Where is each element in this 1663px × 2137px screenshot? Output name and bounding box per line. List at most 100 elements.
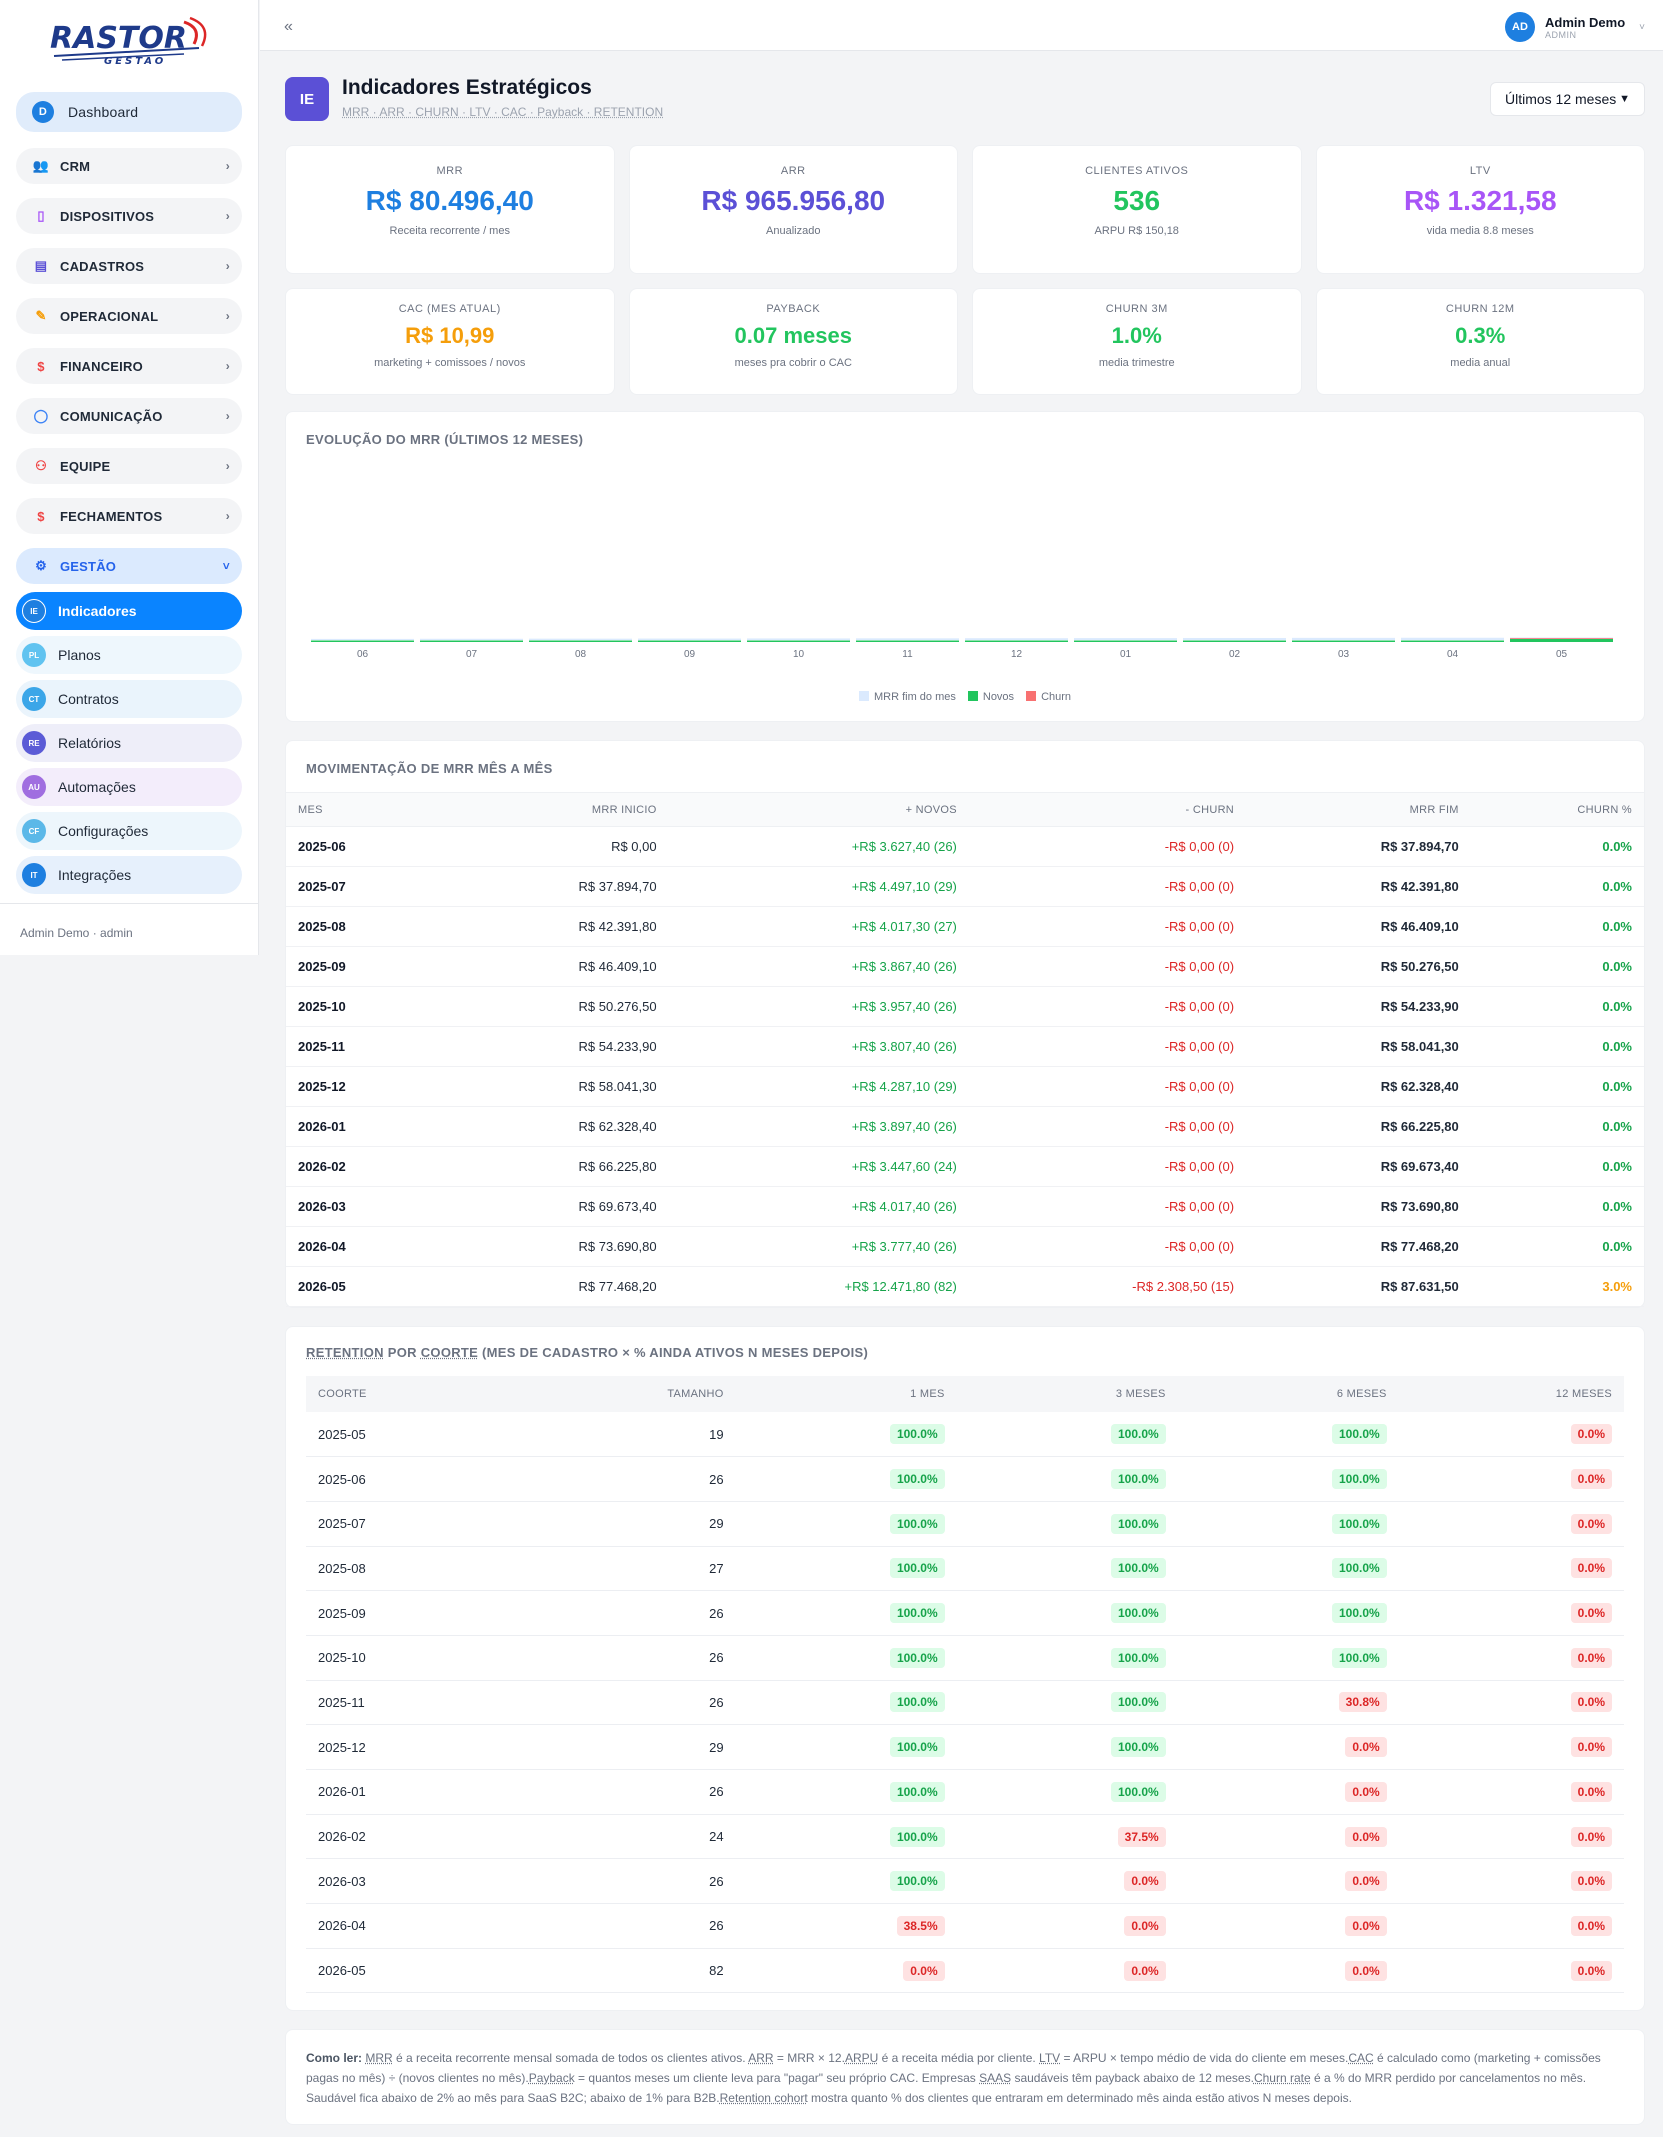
sidebar-item-crm[interactable]: 👥 CRM › — [16, 148, 242, 184]
mrr-movement-panel: MOVIMENTAÇÃO DE MRR MÊS A MÊS MES MRR INI… — [285, 740, 1645, 1308]
table-cell: +R$ 3.807,40 (26) — [668, 1026, 969, 1067]
legend-item[interactable]: MRR fim do mes — [858, 691, 956, 703]
sidebar-item-integrações[interactable]: IT Integrações — [16, 856, 242, 894]
table-cell: 2026-05 — [286, 1266, 444, 1307]
table-cell: 0.0% — [1470, 1106, 1644, 1147]
bar-mrr-fim — [529, 638, 632, 640]
table-cell: R$ 77.468,20 — [443, 1266, 669, 1307]
table-cell: -R$ 0,00 (0) — [968, 826, 1247, 867]
table-cell: 0.0% — [1398, 1635, 1624, 1681]
sidebar-item-badge: RE — [22, 731, 46, 755]
retention-pill: 0.0% — [1570, 1960, 1612, 1981]
sidebar-item-fechamentos[interactable]: $ FECHAMENTOS › — [16, 498, 242, 534]
table-cell: 100.0% — [956, 1546, 1178, 1592]
how-to-read-note: Como ler: MRR é a receita recorrente men… — [285, 2029, 1645, 2125]
topbar: « AD Admin Demo ADMIN ˅ — [260, 0, 1663, 51]
bar-mrr-fim — [1183, 637, 1286, 640]
sidebar-item-automações[interactable]: AU Automações — [16, 768, 242, 806]
kpi-label: PAYBACK — [766, 303, 821, 315]
legend-item[interactable]: Novos — [967, 691, 1014, 703]
kpi-label: ARR — [780, 165, 806, 177]
table-cell: 0.0% — [956, 1858, 1178, 1905]
sidebar-item-relatórios[interactable]: RE Relatórios — [16, 724, 242, 762]
table-row: 2025-06 26 100.0% 100.0% 100.0% 0.0% — [306, 1456, 1624, 1502]
note-term: LTV — [1039, 2051, 1061, 2065]
collapse-sidebar-button[interactable]: « — [284, 18, 293, 36]
logo-text: RASTOR — [50, 21, 187, 56]
users-icon: 👥 — [32, 158, 50, 173]
table-cell: 0.0% — [1470, 1186, 1644, 1227]
sidebar-item-label: CADASTROS — [60, 258, 145, 274]
logo-subtext: GESTÃO — [104, 54, 166, 67]
bar-mrr-fim — [1074, 638, 1177, 640]
user-menu[interactable]: AD Admin Demo ADMIN ˅ — [1504, 12, 1645, 42]
table-cell: 100.0% — [1177, 1590, 1399, 1636]
sidebar-item-operacional[interactable]: ✎ OPERACIONAL › — [16, 298, 242, 334]
retention-pill: 100.0% — [1110, 1647, 1166, 1668]
sidebar-item-dispositivos[interactable]: ▯ DISPOSITIVOS › — [16, 198, 242, 234]
table-cell: 0.0% — [1398, 1456, 1624, 1502]
dollar-icon: $ — [37, 358, 45, 374]
column-header: 3 MESES — [956, 1376, 1178, 1412]
table-cell: 100.0% — [735, 1814, 957, 1860]
table-cell: 29 — [510, 1724, 736, 1770]
retention-pill: 0.0% — [1345, 1871, 1387, 1892]
x-tick-label: 07 — [466, 649, 478, 660]
kpi-value: 536 — [1113, 185, 1161, 216]
bar-mrr-fim — [420, 638, 523, 640]
brand-logo[interactable]: RASTOR GESTÃO — [0, 0, 258, 80]
table-cell: 38.5% — [735, 1903, 957, 1949]
retention-pill: 100.0% — [1332, 1513, 1387, 1534]
table-cell: 0.0% — [1177, 1769, 1399, 1815]
table-cell: 100.0% — [1177, 1501, 1399, 1547]
kpi-label: CHURN 12M — [1445, 303, 1515, 315]
retention-pill: 100.0% — [1332, 1558, 1387, 1579]
sidebar-item-contratos[interactable]: CT Contratos — [16, 680, 242, 718]
sidebar-item-planos[interactable]: PL Planos — [16, 636, 242, 674]
legend-item[interactable]: Churn — [1026, 691, 1071, 703]
table-row: 2026-01 R$ 62.328,40 +R$ 3.897,40 (26) -R$ … — [286, 1106, 1644, 1147]
table-cell: 0.0% — [1398, 1903, 1624, 1949]
retention-pill: 0.0% — [1570, 1737, 1612, 1758]
table-cell: 100.0% — [735, 1858, 957, 1905]
note-term: MRR — [365, 2051, 393, 2065]
retention-pill: 100.0% — [889, 1513, 945, 1534]
x-tick-label: 12 — [1011, 649, 1023, 660]
kpi-cards: MRR R$ 80.496,40 Receita recorrente / mes A… — [285, 145, 1645, 395]
column-header: 6 MESES — [1177, 1376, 1399, 1412]
table-cell: 2026-03 — [306, 1858, 511, 1905]
sidebar-item-indicadores[interactable]: IE Indicadores — [16, 592, 242, 630]
chevron-down-icon: ▼ — [1619, 93, 1630, 105]
table-cell: 100.0% — [1177, 1635, 1399, 1681]
sidebar-item-equipe[interactable]: ⚇ EQUIPE › — [16, 448, 242, 484]
note-text: = ARPU × tempo médio de vida do cliente … — [1060, 2051, 1349, 2065]
table-cell: 2026-02 — [286, 1146, 444, 1187]
table-cell: +R$ 4.017,30 (27) — [668, 906, 969, 947]
table-cell: +R$ 3.627,40 (26) — [668, 826, 969, 867]
note-text: saudáveis têm payback abaixo de 12 meses… — [1011, 2071, 1254, 2085]
table-cell: 0.0% — [956, 1903, 1178, 1949]
table-cell: 2025-10 — [286, 986, 444, 1027]
kpi-note: media anual — [1450, 357, 1511, 369]
page-subtitle: MRR · ARR · CHURN · LTV · CAC · Payback … — [342, 105, 664, 119]
main-content: IE Indicadores Estratégicos MRR · ARR · … — [285, 52, 1645, 2125]
sidebar-item-gestao[interactable]: ⚙ GESTÃO ˅ — [16, 548, 242, 584]
retention-pill: 0.0% — [1124, 1915, 1166, 1936]
table-cell: 37.5% — [956, 1814, 1178, 1860]
user-name: Admin Demo — [1544, 14, 1626, 30]
note-term: SAAS — [979, 2071, 1012, 2085]
retention-pill: 100.0% — [1110, 1469, 1166, 1490]
legend-swatch — [967, 691, 978, 701]
sidebar-item-configurações[interactable]: CF Configurações — [16, 812, 242, 850]
sidebar-item-label: DISPOSITIVOS — [60, 208, 155, 224]
sidebar-item-comunicação[interactable]: ◯ COMUNICAÇÃO › — [16, 398, 242, 434]
sidebar-item-cadastros[interactable]: ▤ CADASTROS › — [16, 248, 242, 284]
period-select[interactable]: Últimos 12 meses ▼ — [1490, 82, 1645, 116]
sidebar-item-financeiro[interactable]: $ FINANCEIRO › — [16, 348, 242, 384]
chevron-right-icon: › — [225, 359, 230, 373]
bar-novos — [638, 640, 741, 642]
sidebar-item-dashboard[interactable]: D Dashboard — [16, 92, 242, 132]
x-tick-label: 10 — [793, 649, 805, 660]
retention-pill: 0.0% — [1570, 1915, 1612, 1936]
table-cell: +R$ 3.957,40 (26) — [668, 986, 969, 1027]
